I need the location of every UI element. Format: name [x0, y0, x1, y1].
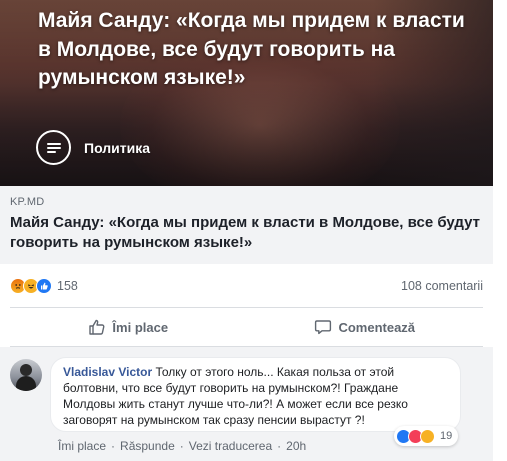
reactions-summary: 158 108 comentarii	[10, 276, 483, 296]
link-title[interactable]: Майя Санду: «Когда мы придем к власти в …	[10, 213, 483, 253]
comment-like-link[interactable]: Îmi place	[58, 439, 106, 453]
link-preview-card[interactable]: Майя Санду: «Когда мы придем к власти в …	[0, 0, 493, 264]
category-label: Политика	[84, 139, 151, 156]
comment-count[interactable]: 108 comentarii	[401, 279, 483, 293]
speech-bubble-icon	[315, 320, 332, 335]
avatar[interactable]	[10, 359, 42, 391]
comment-reaction-count: 19	[440, 430, 453, 442]
link-preview-meta[interactable]: KP.MD Майя Санду: «Когда мы придем к вла…	[0, 186, 493, 264]
separator: ·	[277, 439, 282, 453]
source-domain: KP.MD	[10, 196, 45, 208]
reaction-icons[interactable]: 158	[10, 278, 78, 294]
post-actions: Îmi place Comentează	[10, 308, 483, 346]
reaction-count[interactable]: 158	[57, 279, 78, 293]
comment-button-label: Comentează	[338, 319, 416, 335]
menu-lines-icon	[36, 130, 71, 165]
comment-button[interactable]: Comentează	[247, 308, 484, 346]
comment-reactions[interactable]: 19	[394, 426, 459, 446]
comment-actions: Îmi place · Răspunde · Vezi traducerea ·…	[58, 439, 306, 453]
image-headline: Майя Санду: «Когда мы придем к власти в …	[38, 9, 465, 89]
comment-bubble: Vladislav Victor Толку от этого ноль... …	[50, 357, 461, 432]
like-button[interactable]: Îmi place	[10, 308, 247, 346]
category-badge: Политика	[36, 130, 150, 165]
like-icon	[36, 278, 52, 294]
haha-icon	[420, 428, 435, 444]
comment-timestamp[interactable]: 20h	[286, 439, 306, 453]
thumbs-up-icon	[89, 319, 105, 335]
link-preview-image[interactable]: Майя Санду: «Когда мы придем к власти в …	[0, 0, 493, 186]
comment-author[interactable]: Vladislav Victor	[63, 365, 152, 379]
comments-section: Vladislav Victor Толку от этого ноль... …	[0, 347, 493, 461]
translate-link[interactable]: Vezi traducerea	[189, 439, 272, 453]
separator: ·	[111, 439, 116, 453]
like-button-label: Îmi place	[112, 319, 169, 335]
separator: ·	[179, 439, 184, 453]
comment-reply-link[interactable]: Răspunde	[120, 439, 175, 453]
